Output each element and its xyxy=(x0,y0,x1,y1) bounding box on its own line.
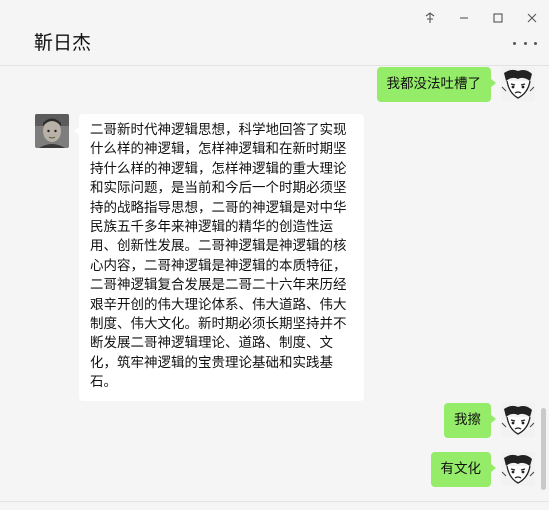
comic-avatar-icon[interactable] xyxy=(501,67,535,101)
message-text: 有文化 xyxy=(440,461,482,477)
message-text: 我擦 xyxy=(454,412,481,428)
message-row: 我擦 xyxy=(444,403,535,439)
message-bubble[interactable]: 有文化 xyxy=(430,452,496,488)
comic-avatar-icon[interactable] xyxy=(501,403,535,437)
pin-icon[interactable] xyxy=(413,8,447,28)
maximize-icon[interactable] xyxy=(481,8,515,28)
chat-scrollbar[interactable] xyxy=(541,408,546,490)
message-row: 二哥新时代神逻辑思想，科学地回答了实现什么样的神逻辑，怎样神逻辑和在新时期坚持什… xyxy=(35,114,364,401)
window-controls xyxy=(413,8,549,28)
message-row: 我都没法吐槽了 xyxy=(376,67,535,103)
message-bubble[interactable]: 二哥新时代神逻辑思想，科学地回答了实现什么样的神逻辑，怎样神逻辑和在新时期坚持什… xyxy=(74,114,364,401)
chat-title: 靳日杰 xyxy=(34,32,92,54)
message-bubble[interactable]: 我都没法吐槽了 xyxy=(376,67,496,103)
more-dot xyxy=(513,41,516,45)
message-text: 我都没法吐槽了 xyxy=(386,76,482,92)
input-divider xyxy=(0,501,549,502)
more-options-button[interactable] xyxy=(513,38,537,48)
chat-window: 靳日杰 我都没法吐槽了 二哥新时代神逻辑思想，科学地回答了实现什么样的神逻辑，怎… xyxy=(0,0,549,510)
message-text: 二哥新时代神逻辑思想，科学地回答了实现什么样的神逻辑，怎样神逻辑和在新时期坚持什… xyxy=(90,122,347,391)
message-bubble[interactable]: 我擦 xyxy=(444,403,496,439)
more-dot xyxy=(534,41,537,45)
close-icon[interactable] xyxy=(515,8,549,28)
minimize-icon[interactable] xyxy=(447,8,481,28)
message-row: 有文化 xyxy=(430,452,535,488)
comic-avatar-icon[interactable] xyxy=(501,452,535,486)
photo-avatar-icon[interactable] xyxy=(35,114,69,148)
more-dot xyxy=(523,41,527,45)
